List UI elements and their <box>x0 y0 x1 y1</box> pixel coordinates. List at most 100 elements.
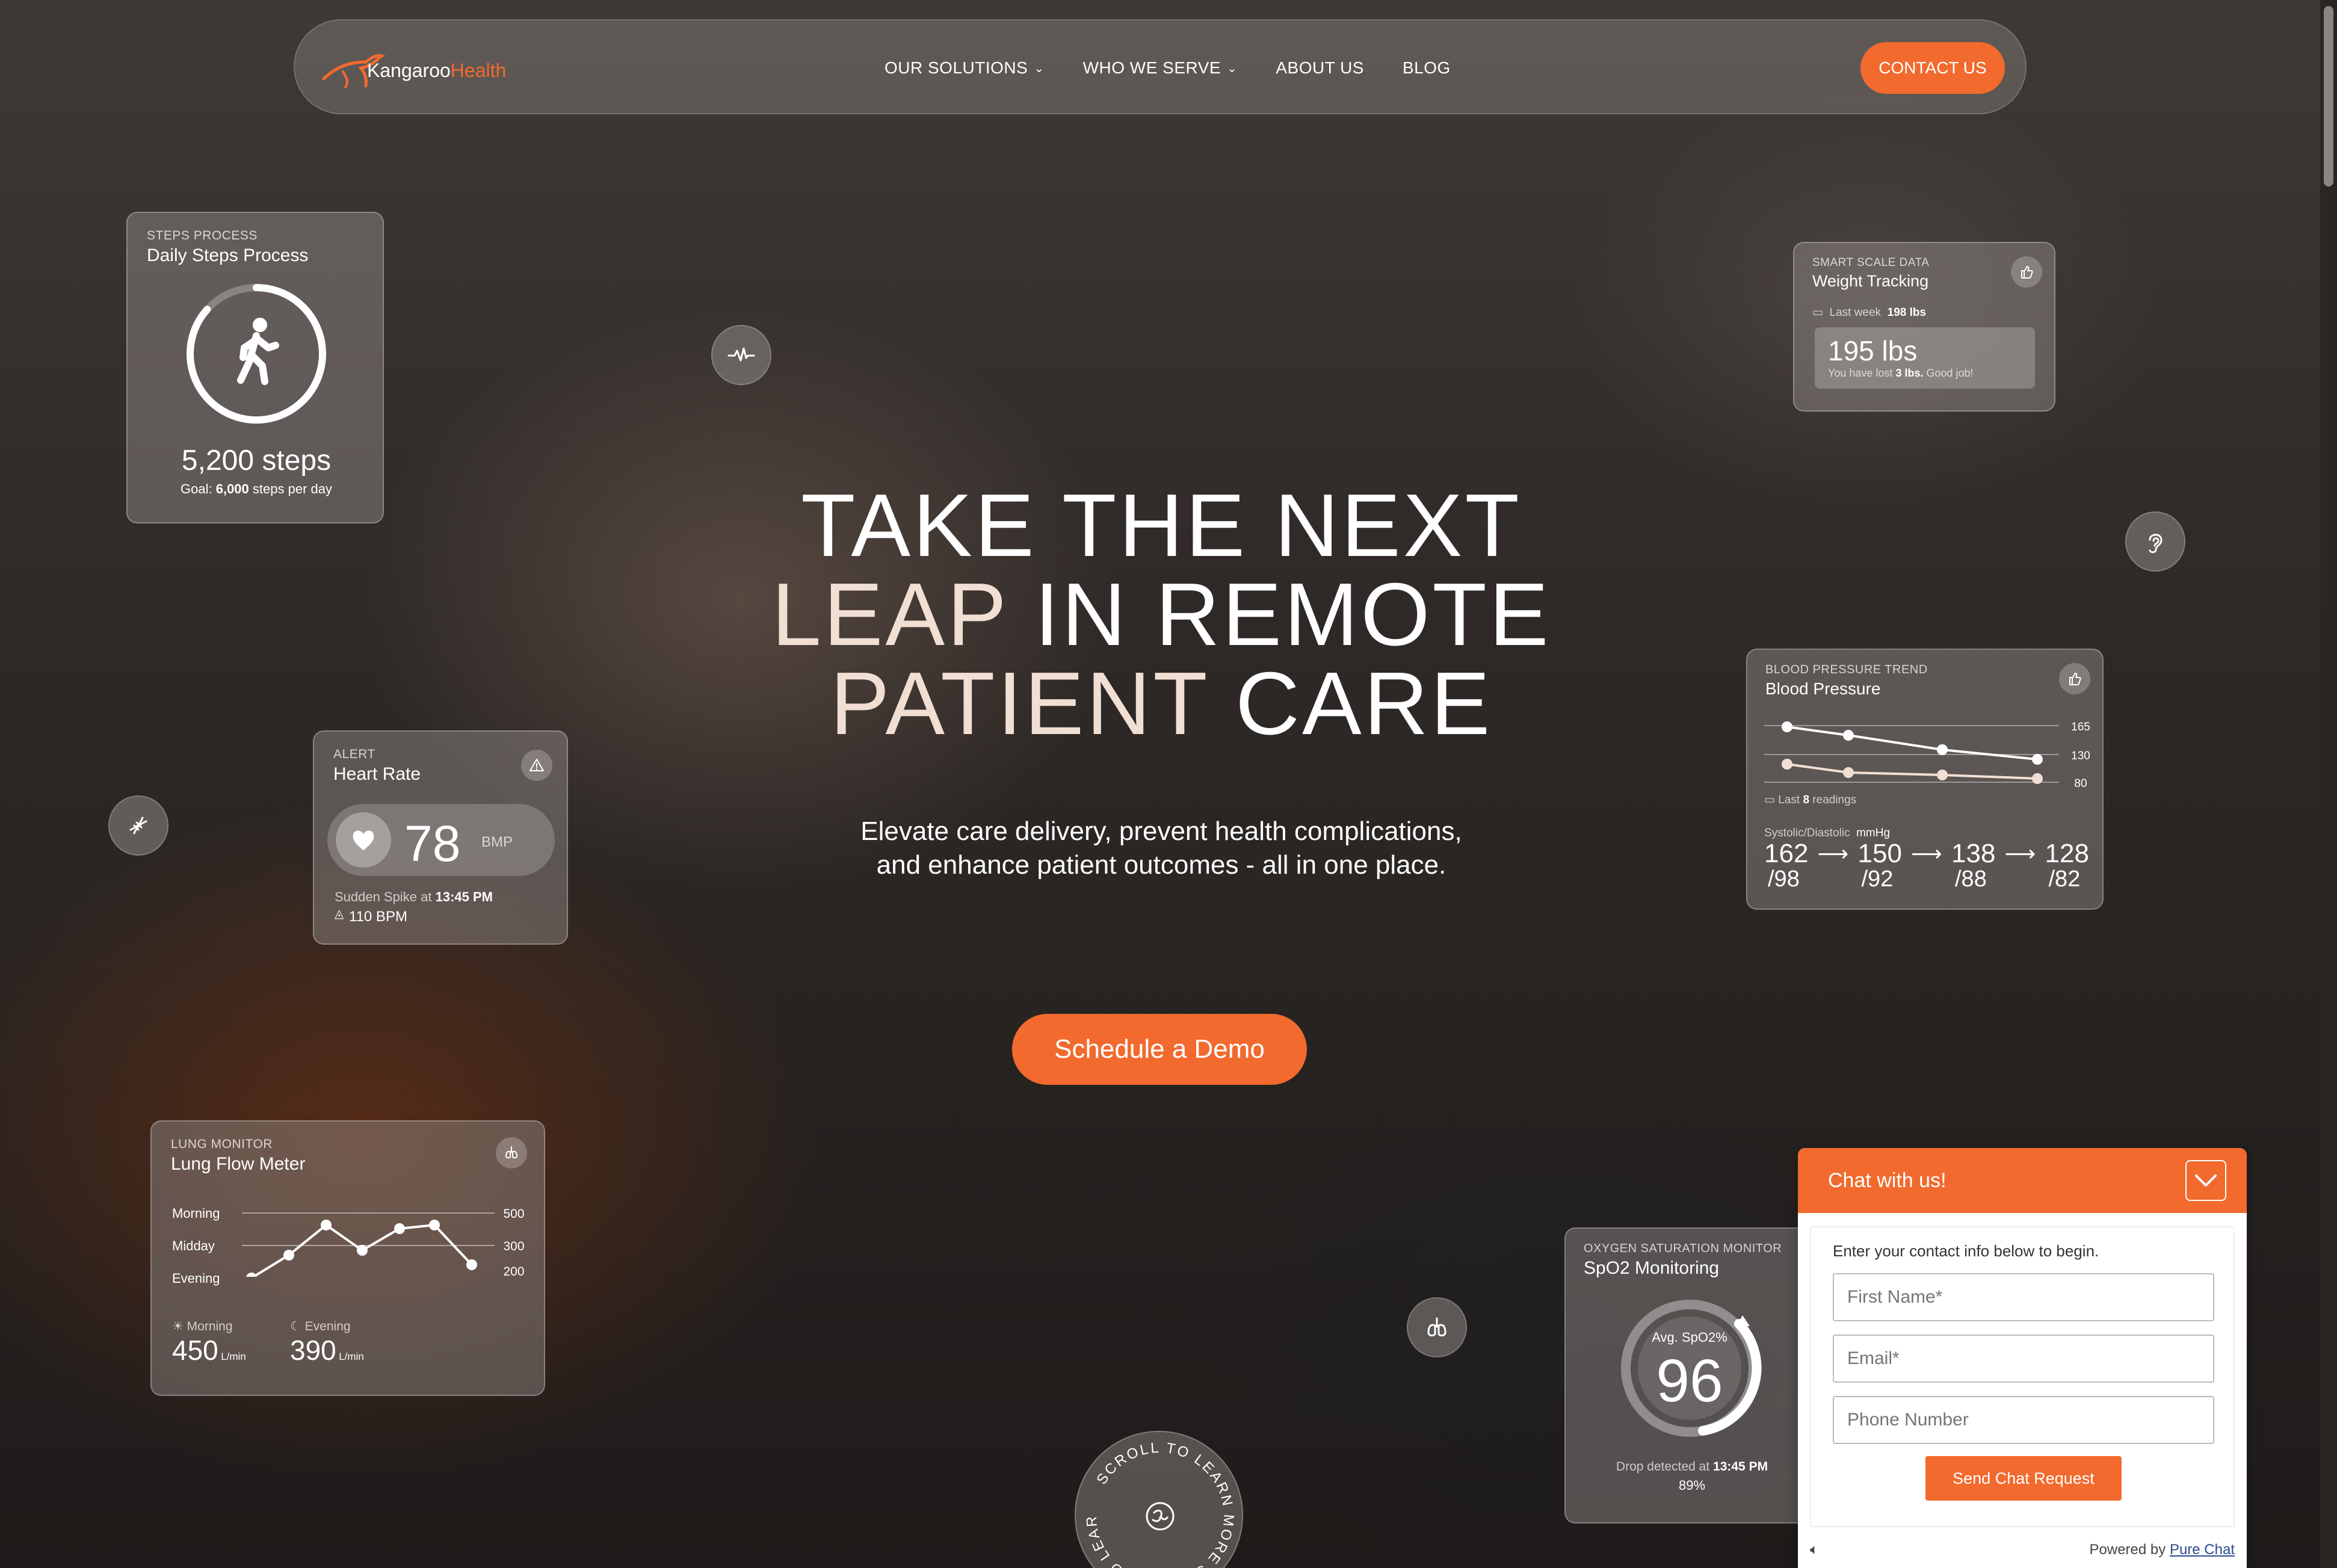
sound-icon[interactable]: 🔈︎ <box>1810 1542 1818 1558</box>
top-navbar: KangarooHealth OUR SOLUTIONS ⌄ WHO WE SER… <box>294 19 2027 114</box>
spo2-value: 96 <box>1656 1347 1723 1415</box>
chat-title: Chat with us! <box>1828 1168 1946 1192</box>
bp-reading: 162/98 <box>1764 839 1809 892</box>
weight-title: Weight Tracking <box>1812 272 1929 290</box>
heart-icon-circle <box>336 812 391 868</box>
hero-line-3: PATIENT CARE <box>830 654 1493 753</box>
heart-spike-label: Sudden Spike at 13:45 PM <box>335 889 493 904</box>
first-name-field[interactable] <box>1833 1273 2214 1321</box>
scroll-to-learn-more-button[interactable]: SCROLL TO LEARN MORE SCROLL TO LEARN MOR… <box>1075 1431 1243 1568</box>
arrow-right-icon: ⟶ <box>2004 841 2036 866</box>
heart-title: Heart Rate <box>333 764 421 784</box>
weight-overline: SMART SCALE DATA <box>1812 256 1930 269</box>
bp-axis-165: 165 <box>2071 721 2090 733</box>
pulse-button[interactable] <box>711 325 771 385</box>
lungs-icon <box>1427 1317 1446 1337</box>
bp-axis-80: 80 <box>2074 777 2087 790</box>
schedule-demo-button[interactable]: Schedule a Demo <box>1012 1014 1307 1085</box>
spo2-avg-label: Avg. SpO2% <box>1652 1330 1727 1345</box>
lung-button[interactable] <box>496 1137 527 1168</box>
brand-logo[interactable]: KangarooHealth <box>319 42 506 94</box>
heart-icon <box>353 830 374 850</box>
warning-triangle-icon <box>529 759 544 771</box>
ear-icon <box>2149 534 2163 554</box>
lung-axis-500: 500 <box>503 1207 524 1221</box>
hero-heading: TAKE THE NEXT LEAP IN REMOTE PATIENT CAR… <box>542 481 1781 749</box>
dna-button[interactable] <box>108 795 168 856</box>
steps-overline: STEPS PROCESS <box>147 229 258 242</box>
chat-intro: Enter your contact info below to begin. <box>1833 1242 2099 1260</box>
bp-units: Systolic/Diastolic mmHg <box>1764 827 1891 839</box>
spo2-drop-label: Drop detected at 13:45 PM <box>1616 1460 1768 1474</box>
weight-value-box: 195 lbs You have lost 3 lbs. Good job! <box>1815 327 2035 389</box>
brand-name-part1: Kangaroo <box>367 59 451 81</box>
arrow-right-icon: ⟶ <box>1817 841 1849 866</box>
lung-row-midday: Midday <box>172 1238 215 1253</box>
steps-title: Daily Steps Process <box>147 245 309 265</box>
brand-name-part2: Health <box>450 59 507 81</box>
contact-us-button[interactable]: CONTACT US <box>1860 42 2005 94</box>
chat-widget: Chat with us! Enter your contact info be… <box>1798 1148 2247 1568</box>
chevron-down-icon: ⌄ <box>1227 61 1238 75</box>
bp-trend-chart: 165 130 80 <box>1764 721 2090 790</box>
thumbs-up-icon <box>2069 673 2081 685</box>
bp-thumbs-up-button[interactable] <box>2059 663 2090 694</box>
weight-card: SMART SCALE DATA Weight Tracking ▭ Last … <box>1793 242 2055 412</box>
spo2-card: OXYGEN SATURATION MONITOR SpO2 Monitorin… <box>1564 1227 1817 1523</box>
lung-overline: LUNG MONITOR <box>171 1137 273 1151</box>
pure-chat-link[interactable]: Pure Chat <box>2170 1542 2235 1558</box>
phone-field[interactable] <box>1833 1396 2214 1444</box>
weight-last-week: ▭ Last week 198 lbs <box>1812 306 1927 319</box>
lung-axis-200: 200 <box>503 1265 524 1277</box>
bp-last-readings: ▭ Last 8 readings <box>1764 794 1857 806</box>
heart-spike-value: 110 BPM <box>349 909 407 925</box>
chat-footer: 🔈︎ Powered by Pure Chat <box>1798 1532 2247 1568</box>
nav-blog[interactable]: BLOG <box>1403 58 1451 78</box>
steps-progress-ring <box>187 284 326 424</box>
moon-icon: ☾ <box>290 1320 301 1333</box>
heartbeat-pulse-icon <box>727 347 755 362</box>
lung-row-evening: Evening <box>172 1271 220 1286</box>
lungs-button[interactable] <box>1407 1297 1467 1357</box>
chat-header[interactable]: Chat with us! <box>1798 1148 2247 1213</box>
scrollbar-thumb[interactable] <box>2324 6 2333 187</box>
walking-person-icon <box>237 318 279 385</box>
chevron-down-icon <box>2195 1174 2217 1187</box>
heart-value: 78 <box>404 815 461 872</box>
ear-button[interactable] <box>2125 511 2185 572</box>
lung-axis-300: 300 <box>503 1239 524 1253</box>
powered-by: Powered by Pure Chat <box>2089 1542 2235 1558</box>
heart-rate-card: ALERT Heart Rate 78 BMP Sudden Spike at … <box>313 730 568 945</box>
thumbs-up-button[interactable] <box>2011 256 2042 288</box>
sun-icon: ☀ <box>172 1320 184 1333</box>
hero-line-1: TAKE THE NEXT <box>801 476 1522 575</box>
page-scrollbar[interactable] <box>2320 0 2337 1568</box>
heart-overline: ALERT <box>333 747 375 761</box>
email-field[interactable] <box>1833 1335 2214 1383</box>
lung-flow-chart: 500 300 200 <box>242 1207 525 1277</box>
heart-value-pill: 78 BMP <box>327 804 555 876</box>
blood-pressure-card: BLOOD PRESSURE TREND Blood Pressure 165 … <box>1746 649 2104 910</box>
steps-card: STEPS PROCESS Daily Steps Process 5,200 … <box>126 212 384 523</box>
main-menu: OUR SOLUTIONS ⌄ WHO WE SERVE ⌄ ABOUT US BL… <box>884 20 1451 116</box>
send-chat-request-button[interactable]: Send Chat Request <box>1925 1456 2122 1501</box>
bp-reading: 128/82 <box>2045 839 2089 892</box>
weight-note: You have lost 3 lbs. Good job! <box>1828 367 1974 379</box>
bp-reading: 150/92 <box>1857 839 1902 892</box>
lung-row-labels: Morning Midday Evening <box>172 1197 220 1295</box>
steps-value: 5,200 steps <box>181 445 332 477</box>
alert-button[interactable] <box>521 750 552 781</box>
lung-evening-stat: ☾ Evening 390 L/min <box>290 1320 364 1366</box>
hero-subtitle: Elevate care delivery, prevent health co… <box>860 816 1462 880</box>
thumbs-up-icon <box>2021 266 2033 279</box>
chat-minimize-button[interactable] <box>2185 1160 2226 1201</box>
nav-about-us[interactable]: ABOUT US <box>1276 58 1364 78</box>
lung-morning-stat: ☀ Morning 450 L/min <box>172 1320 246 1366</box>
bp-title: Blood Pressure <box>1765 679 1881 698</box>
hero-line-2: LEAP IN REMOTE <box>771 565 1551 664</box>
nav-who-we-serve[interactable]: WHO WE SERVE ⌄ <box>1083 58 1238 78</box>
lung-card: LUNG MONITOR Lung Flow Meter Morning Mid… <box>150 1120 545 1396</box>
steps-goal: Goal: 6,000 steps per day <box>181 481 332 496</box>
weight-value: 195 lbs <box>1828 335 1918 366</box>
nav-our-solutions[interactable]: OUR SOLUTIONS ⌄ <box>884 58 1045 78</box>
